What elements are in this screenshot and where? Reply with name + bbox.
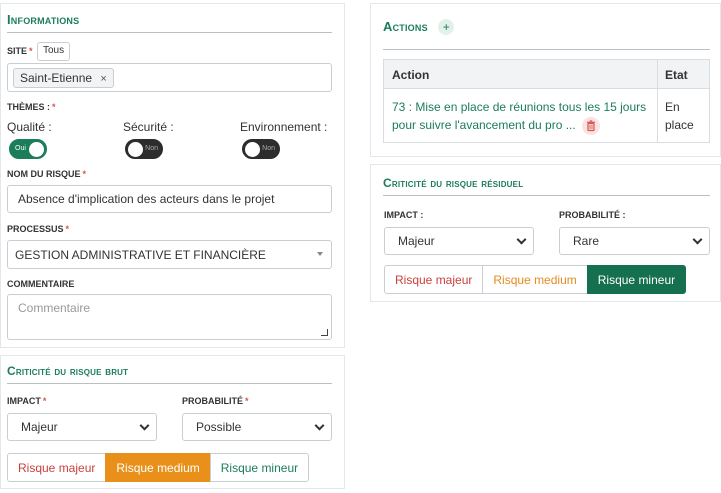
- risk-name-input[interactable]: Absence d'implication des acteurs dans l…: [7, 185, 332, 213]
- action-row-etat: En place: [665, 100, 694, 132]
- actions-table-header: [384, 60, 709, 89]
- toggle-knob: [128, 141, 143, 157]
- plus-icon: +: [442, 20, 450, 34]
- resize-handle-icon[interactable]: [321, 329, 328, 336]
- theme-environnement-toggle[interactable]: Non: [242, 139, 280, 159]
- col-header-action: Action: [392, 68, 430, 82]
- residuel-risque-mineur-button[interactable]: Risque mineur: [586, 265, 687, 294]
- chevron-down-icon: [139, 420, 150, 431]
- site-tag: Saint-Etienne ×: [13, 68, 114, 88]
- chevron-down-icon: [516, 234, 527, 245]
- actions-panel: Actions + Action Etat 73 : Mise en place…: [370, 3, 721, 157]
- residuel-risque-medium-button[interactable]: Risque medium: [482, 265, 588, 294]
- residuel-impact-select[interactable]: Majeur: [384, 227, 534, 255]
- theme-qualite-toggle[interactable]: Oui: [9, 139, 47, 159]
- residuel-impact-label: IMPACT :: [384, 210, 424, 220]
- brut-impact-select[interactable]: Majeur: [7, 413, 157, 441]
- toggle-knob: [245, 141, 260, 157]
- add-action-button[interactable]: +: [438, 19, 455, 35]
- theme-securite-label: Sécurité :: [123, 120, 174, 134]
- theme-securite-toggle[interactable]: Non: [125, 139, 163, 159]
- remove-tag-icon[interactable]: ×: [100, 73, 106, 85]
- residuel-title: Criticité du risque résiduel: [383, 176, 710, 196]
- residuel-panel: Criticité du risque résiduel IMPACT : Ma…: [370, 164, 721, 302]
- theme-qualite-label: Qualité :: [7, 120, 52, 134]
- residuel-risque-majeur-button[interactable]: Risque majeur: [384, 265, 484, 294]
- process-select[interactable]: GESTION ADMINISTRATIVE ET FINANCIÈRE: [7, 240, 332, 269]
- required-marker: *: [29, 46, 33, 56]
- residuel-proba-select[interactable]: Rare: [559, 227, 710, 255]
- action-row-link[interactable]: 73 : Mise en place de réunions tous les …: [392, 98, 648, 135]
- site-label: SITE *: [7, 46, 33, 56]
- chevron-down-icon: [692, 234, 703, 245]
- brut-risque-medium-button[interactable]: Risque medium: [105, 453, 211, 482]
- actions-divider: [383, 49, 710, 50]
- toggle-knob: [29, 141, 44, 157]
- brut-criticity-buttons: Risque majeur Risque medium Risque mineu…: [7, 453, 310, 482]
- theme-environnement-label: Environnement :: [240, 120, 328, 134]
- comment-label: COMMENTAIRE: [7, 279, 75, 289]
- brut-proba-label: PROBABILITÉ *: [182, 396, 249, 406]
- chevron-down-icon: [314, 420, 325, 431]
- col-header-etat: Etat: [665, 68, 688, 82]
- informations-panel: Informations SITE * Tous Saint-Etienne × …: [0, 3, 345, 348]
- trash-icon[interactable]: [582, 116, 601, 135]
- process-label: PROCESSUS *: [7, 224, 70, 234]
- site-tous-button[interactable]: Tous: [37, 42, 71, 61]
- comment-textarea[interactable]: Commentaire: [7, 294, 332, 340]
- actions-header: Actions +: [383, 18, 455, 36]
- residuel-criticity-buttons: Risque majeur Risque medium Risque mineu…: [384, 265, 687, 294]
- actions-title: Actions: [383, 19, 428, 34]
- residuel-proba-label: PROBABILITÉ :: [559, 210, 626, 220]
- brut-panel: Criticité du risque brut IMPACT * Majeur …: [0, 355, 345, 489]
- col-divider: [657, 60, 658, 142]
- themes-label: THÈMES : *: [7, 102, 56, 112]
- actions-table: Action Etat 73 : Mise en place de réunio…: [383, 59, 710, 143]
- brut-risque-mineur-button[interactable]: Risque mineur: [209, 453, 310, 482]
- caret-down-icon: [317, 252, 323, 256]
- brut-risque-majeur-button[interactable]: Risque majeur: [7, 453, 107, 482]
- informations-title: Informations: [7, 12, 332, 33]
- site-multiselect[interactable]: Saint-Etienne ×: [7, 63, 332, 92]
- brut-impact-label: IMPACT *: [7, 396, 47, 406]
- brut-title: Criticité du risque brut: [7, 364, 332, 384]
- risk-name-label: NOM DU RISQUE *: [7, 169, 87, 179]
- brut-proba-select[interactable]: Possible: [182, 413, 332, 441]
